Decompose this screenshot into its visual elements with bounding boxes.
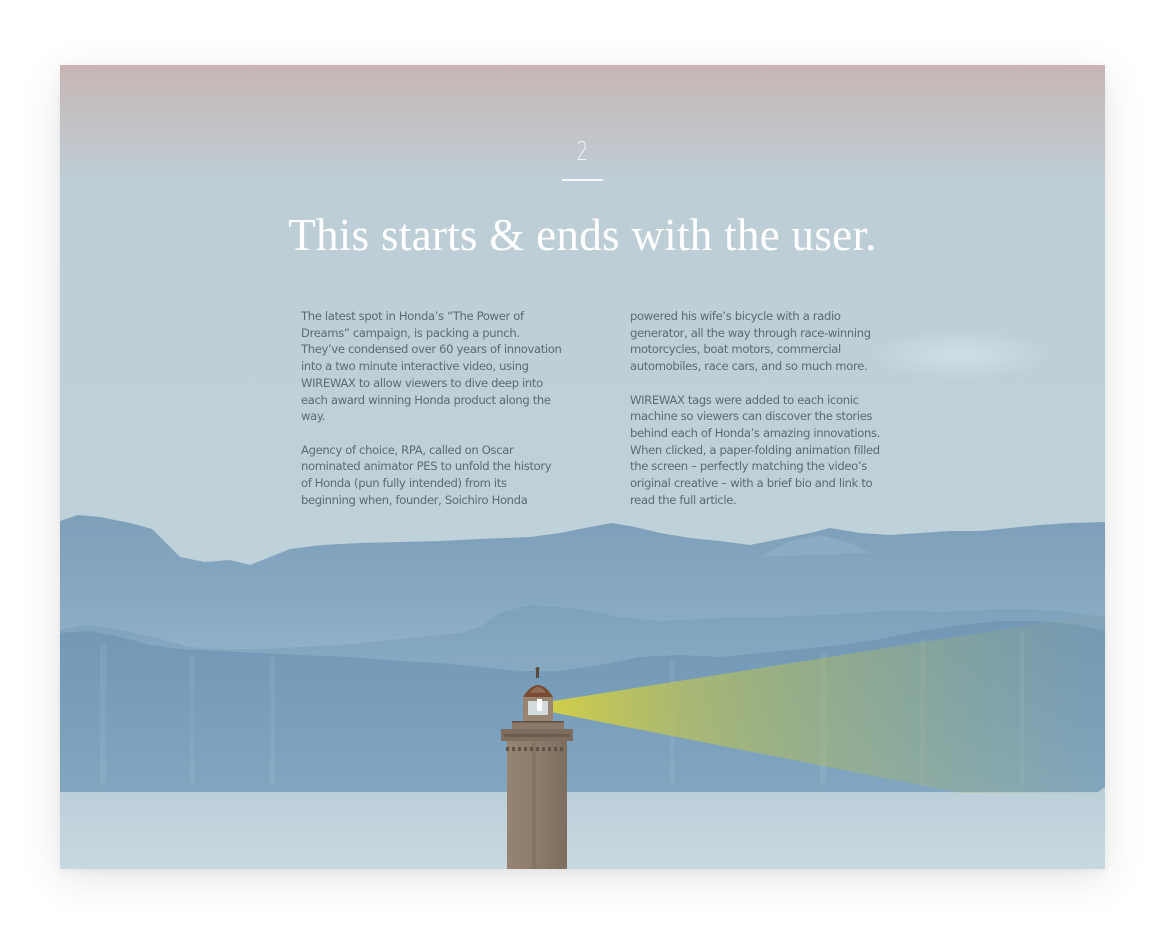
body-column-left: The latest spot in Honda’s “The Power of… [301, 308, 563, 525]
sea [60, 792, 1105, 869]
body-paragraph: Agency of choice, RPA, called on Oscar n… [301, 442, 552, 507]
hero-panel: 2 This starts & ends with the user. The … [60, 65, 1105, 869]
section-number: 2 [576, 137, 589, 167]
section-headline: This starts & ends with the user. [288, 210, 877, 260]
landscape-illustration [60, 330, 1105, 869]
body-paragraph: powered his wife’s bicycle with a radio … [630, 309, 871, 374]
body-paragraph: WIREWAX tags were added to each iconic m… [630, 392, 881, 507]
body-paragraph: The latest spot in Honda’s “The Power of… [301, 309, 562, 424]
body-column-right: powered his wife’s bicycle with a radio … [630, 308, 892, 525]
mist-cloud [870, 330, 1050, 380]
section-divider [562, 179, 603, 181]
